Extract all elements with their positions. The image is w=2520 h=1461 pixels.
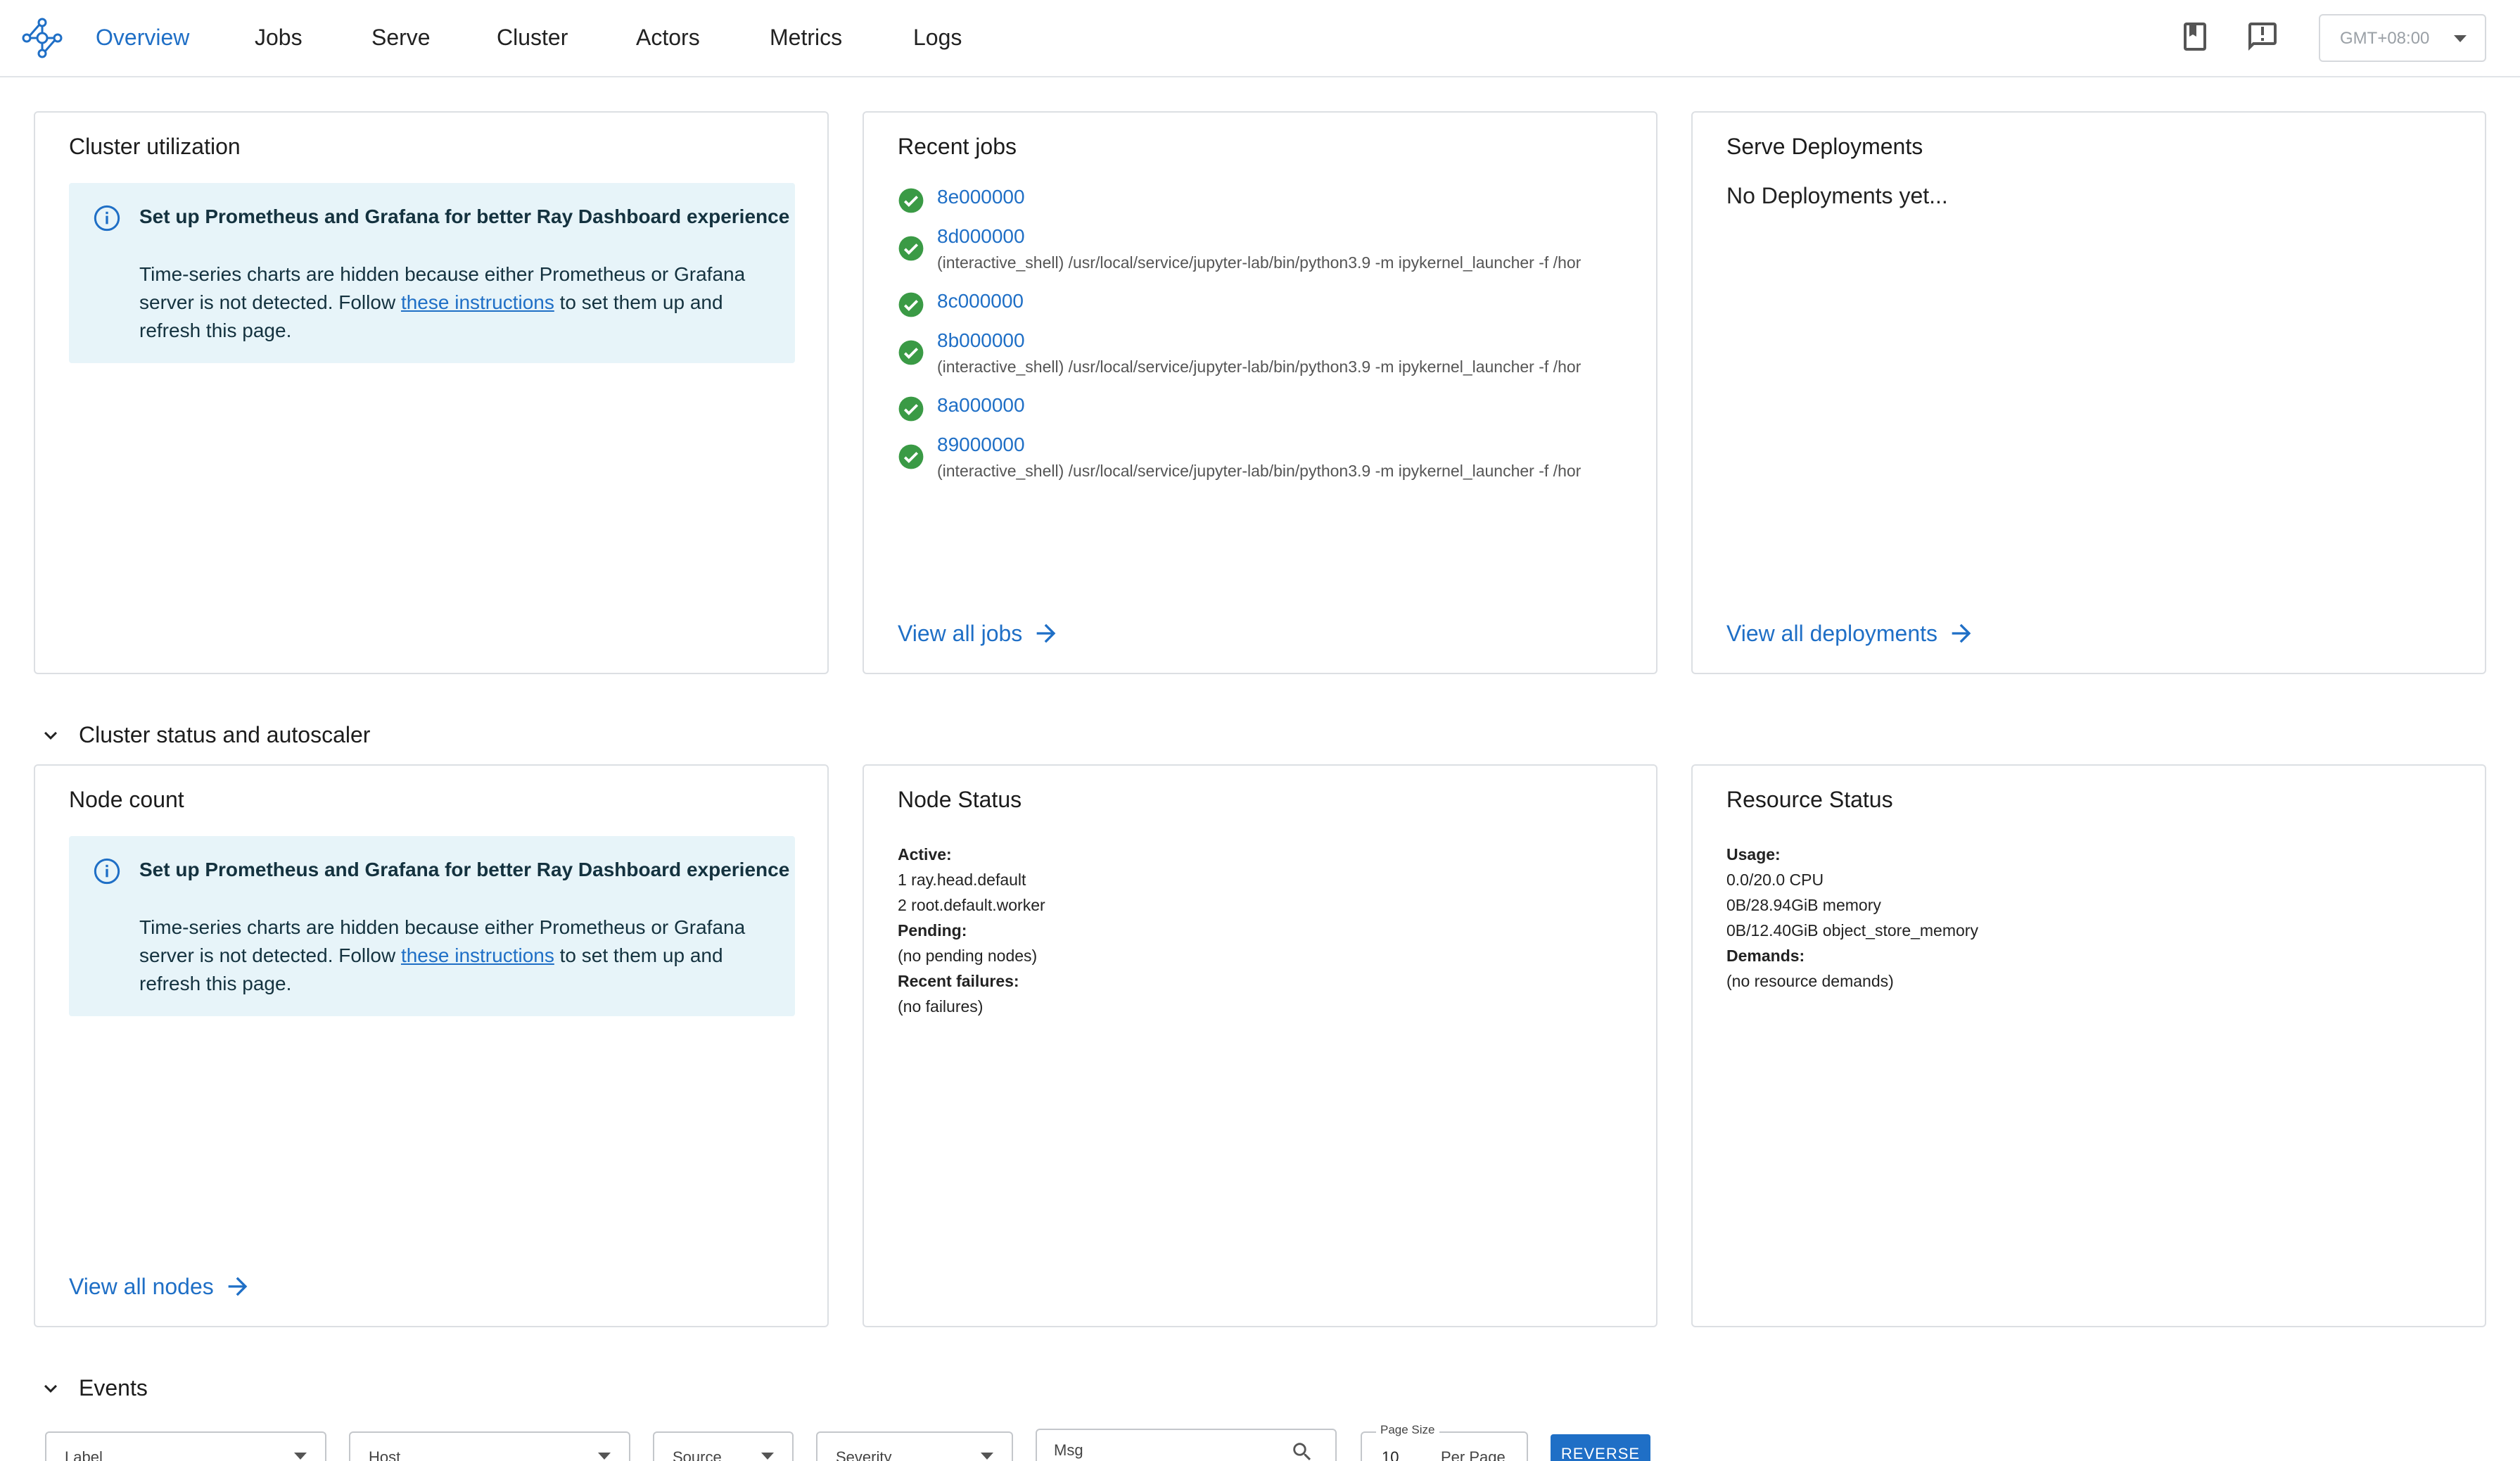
chevron-down-icon (981, 1453, 993, 1460)
success-check-icon (898, 396, 924, 422)
events-section-toggle[interactable]: Events (38, 1375, 148, 1401)
nav-jobs[interactable]: Jobs (255, 20, 303, 55)
success-check-icon (898, 188, 924, 213)
card-title: Node Status (898, 787, 1022, 812)
chevron-down-icon (44, 1384, 57, 1393)
instructions-link[interactable]: these instructions (401, 291, 554, 313)
nav-actors[interactable]: Actors (636, 20, 700, 55)
job-id-link[interactable]: 8d000000 (937, 225, 1025, 248)
pending-label: Pending: (898, 921, 967, 940)
active-node-line: 1 ray.head.default (898, 871, 1026, 889)
recent-failures-value: (no failures) (898, 997, 984, 1016)
resource-status-card: Resource Status Usage: 0.0/20.0 CPU 0B/2… (1691, 764, 2486, 1327)
job-id-link[interactable]: 8c000000 (937, 290, 1024, 312)
active-node-line: 2 root.default.worker (898, 896, 1045, 914)
usage-line: 0B/12.40GiB object_store_memory (1726, 921, 1978, 940)
job-id-link[interactable]: 8b000000 (937, 329, 1025, 352)
arrow-right-icon (1952, 624, 1971, 643)
chevron-down-icon (761, 1453, 774, 1460)
no-deployments-text: No Deployments yet... (1726, 183, 1948, 208)
node-count-card: Node count Set up Prometheus and Grafana… (34, 764, 829, 1327)
chevron-down-icon (294, 1453, 307, 1460)
view-all-jobs-link[interactable]: View all jobs (898, 619, 1060, 647)
card-title: Node count (69, 787, 184, 812)
job-id-link[interactable]: 89000000 (937, 434, 1025, 456)
search-icon[interactable] (1290, 1440, 1314, 1461)
info-icon (94, 205, 120, 232)
msg-input[interactable] (1054, 1441, 1279, 1460)
nav-cluster[interactable]: Cluster (497, 20, 568, 55)
msg-search-field[interactable] (1036, 1429, 1337, 1461)
job-command: (interactive_shell) /usr/local/service/j… (937, 253, 1582, 272)
cluster-utilization-card: Cluster utilization Set up Prometheus an… (34, 111, 829, 674)
info-alert-text: Time-series charts are hidden because ei… (139, 263, 746, 341)
nav-metrics[interactable]: Metrics (770, 20, 842, 55)
severity-filter-select[interactable]: Severity (816, 1431, 1013, 1461)
page-size-input[interactable]: Page Size 10 Per Page (1361, 1423, 1528, 1461)
job-id-link[interactable]: 8a000000 (937, 394, 1025, 417)
book-icon[interactable] (2178, 20, 2212, 53)
info-icon (94, 858, 120, 885)
feedback-icon[interactable] (2246, 20, 2279, 53)
view-all-nodes-link[interactable]: View all nodes (69, 1272, 252, 1301)
info-alert-title: Set up Prometheus and Grafana for better… (139, 205, 790, 227)
timezone-value: GMT+08:00 (2340, 29, 2430, 48)
resource-status-text: Usage: 0.0/20.0 CPU 0B/28.94GiB memory 0… (1726, 842, 1978, 994)
select-label: Host (369, 1448, 401, 1461)
node-status-text: Active: 1 ray.head.default 2 root.defaul… (898, 842, 1045, 1019)
arrow-right-icon (1036, 624, 1056, 643)
chevron-down-icon (44, 731, 57, 740)
nav-logs[interactable]: Logs (913, 20, 962, 55)
demands-value: (no resource demands) (1726, 972, 1894, 990)
select-label: Source (673, 1448, 722, 1461)
recent-failures-label: Recent failures: (898, 972, 1019, 990)
job-command: (interactive_shell) /usr/local/service/j… (937, 358, 1582, 376)
info-alert-title: Set up Prometheus and Grafana for better… (139, 859, 790, 880)
success-check-icon (898, 340, 924, 365)
nav-serve[interactable]: Serve (371, 20, 431, 55)
ray-logo-icon[interactable] (21, 17, 63, 59)
demands-label: Demands: (1726, 947, 1805, 965)
active-label: Active: (898, 845, 952, 864)
prometheus-info-alert: Set up Prometheus and Grafana for better… (69, 836, 795, 1016)
card-title: Recent jobs (898, 134, 1017, 159)
prometheus-info-alert: Set up Prometheus and Grafana for better… (69, 183, 795, 363)
chevron-down-icon (598, 1453, 611, 1460)
instructions-link[interactable]: these instructions (401, 944, 554, 966)
page-size-label: Page Size (1376, 1423, 1439, 1437)
timezone-select[interactable]: GMT+08:00 (2319, 14, 2486, 62)
card-title: Serve Deployments (1726, 134, 1923, 159)
info-alert-text: Time-series charts are hidden because ei… (139, 916, 746, 994)
success-check-icon (898, 292, 924, 317)
recent-jobs-card: Recent jobs 8e000000 8d000000 (interactive… (863, 111, 1657, 674)
reverse-button[interactable]: REVERSE (1551, 1434, 1650, 1461)
view-all-deployments-link[interactable]: View all deployments (1726, 619, 1975, 647)
section-title: Events (79, 1375, 148, 1400)
nav-overview[interactable]: Overview (96, 20, 189, 55)
job-command: (interactive_shell) /usr/local/service/j… (937, 462, 1582, 480)
select-label: Label (65, 1448, 103, 1461)
label-filter-select[interactable]: Label (45, 1431, 326, 1461)
per-page-suffix: Per Page (1441, 1448, 1506, 1461)
top-navigation-bar: Overview Jobs Serve Cluster Actors Metri… (0, 0, 2520, 77)
cluster-status-section-toggle[interactable]: Cluster status and autoscaler (38, 722, 370, 748)
node-status-card: Node Status Active: 1 ray.head.default 2… (863, 764, 1657, 1327)
pending-value: (no pending nodes) (898, 947, 1038, 965)
host-filter-select[interactable]: Host (349, 1431, 630, 1461)
usage-line: 0.0/20.0 CPU (1726, 871, 1824, 889)
select-label: Severity (836, 1448, 892, 1461)
chevron-down-icon (2454, 35, 2467, 42)
arrow-right-icon (228, 1277, 248, 1296)
usage-line: 0B/28.94GiB memory (1726, 896, 1881, 914)
card-title: Cluster utilization (69, 134, 241, 159)
page-size-value[interactable]: 10 (1382, 1448, 1399, 1461)
success-check-icon (898, 236, 924, 261)
card-title: Resource Status (1726, 787, 1893, 812)
usage-label: Usage: (1726, 845, 1781, 864)
section-title: Cluster status and autoscaler (79, 722, 371, 747)
job-id-link[interactable]: 8e000000 (937, 186, 1025, 208)
serve-deployments-card: Serve Deployments No Deployments yet... … (1691, 111, 2486, 674)
source-filter-select[interactable]: Source (653, 1431, 794, 1461)
success-check-icon (898, 444, 924, 469)
